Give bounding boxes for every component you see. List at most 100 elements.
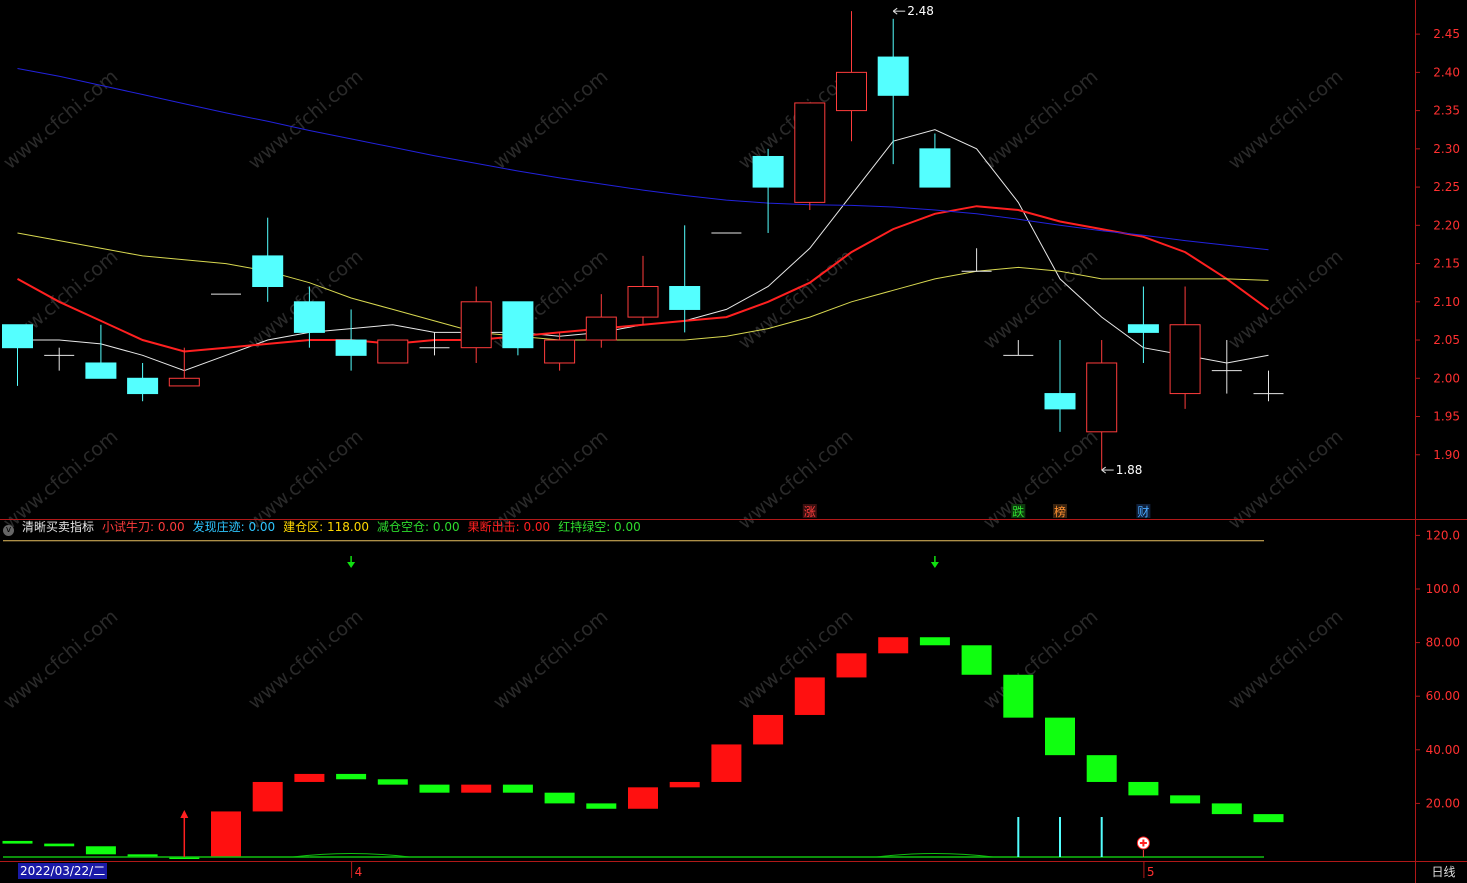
badge-label: 榜: [1054, 504, 1066, 519]
indicator-value-0: 小试牛刀: 0.00: [102, 520, 185, 534]
candle: [2, 324, 33, 386]
candle-body: [502, 301, 534, 349]
price-tick-label: 2.15: [1433, 257, 1460, 271]
candle-body: [377, 339, 409, 364]
candle-body: [2, 324, 33, 349]
indicator-value-1: 发现庄迹: 0.00: [192, 520, 276, 534]
indicator-bar: [836, 653, 867, 678]
period-label[interactable]: 日线: [1420, 863, 1467, 882]
candle-body: [1169, 324, 1201, 395]
indicator-bar: [1211, 803, 1242, 815]
watermark-text: www.cfchi.com: [1224, 425, 1347, 533]
indicator-bar: [2, 840, 33, 844]
candle: [1044, 340, 1076, 432]
candle: [961, 248, 992, 272]
moving-average-lines: [17, 68, 1270, 372]
candle-body: [919, 148, 951, 188]
indicator-bars: [2, 637, 1284, 859]
candle-body: [1086, 362, 1118, 433]
indicator-bar: [1253, 814, 1284, 823]
candle-body: [669, 286, 701, 310]
candle-body: [168, 377, 200, 387]
annotation-label: 1.88: [1116, 463, 1143, 477]
stock-chart[interactable]: www.cfchi.com www.cfchi.com www.cfchi.com w…: [0, 0, 1467, 883]
candle-body: [1044, 393, 1076, 410]
indicator-bar: [753, 714, 784, 745]
candle: [919, 133, 951, 188]
candle-body: [585, 316, 617, 341]
price-tick-label: 2.00: [1433, 371, 1460, 385]
watermark-text: www.cfchi.com: [0, 65, 122, 173]
watermark-text: www.cfchi.com: [1224, 245, 1347, 353]
indicator-bar: [794, 677, 825, 715]
price-tick-label: 2.05: [1433, 333, 1460, 347]
indicator-tick-label: 80.00: [1426, 636, 1460, 650]
candle-body: [1127, 324, 1159, 333]
candle: [335, 309, 367, 371]
chevron-down-icon[interactable]: v: [3, 525, 14, 536]
badge-label: 跌: [1012, 504, 1024, 519]
indicator-value-5: 红持绿空: 0.00: [558, 520, 641, 534]
event-badges: 涨跌榜财: [802, 504, 1151, 519]
price-tick-label: 1.90: [1433, 448, 1460, 462]
candle-body: [627, 286, 659, 318]
price-tick-label: 2.25: [1433, 180, 1460, 194]
candle: [627, 255, 659, 325]
watermark-text: www.cfchi.com: [734, 425, 857, 533]
indicator-value-3: 减仓空仓: 0.00: [377, 520, 460, 534]
candle: [669, 225, 701, 333]
indicator-bar: [377, 779, 408, 785]
watermark-text: www.cfchi.com: [979, 425, 1102, 533]
candle-body: [335, 339, 367, 356]
candle-body: [252, 255, 284, 288]
watermark-text: www.cfchi.com: [979, 65, 1102, 173]
indicator-bar: [628, 787, 658, 809]
indicator-bar: [961, 645, 992, 675]
indicator-bar: [1045, 717, 1075, 756]
indicator-tick-label: 40.00: [1426, 743, 1460, 757]
price-tick-label: 2.35: [1433, 104, 1460, 118]
watermark-text: www.cfchi.com: [1224, 605, 1347, 713]
indicator-bar: [878, 637, 909, 654]
candle-body: [293, 301, 325, 333]
indicator-bar: [711, 744, 742, 782]
candle-body: [752, 155, 784, 188]
candle: [877, 18, 909, 165]
annotation-label: 2.48: [907, 4, 934, 18]
indicator-name[interactable]: 清晰买卖指标: [22, 520, 94, 534]
candle: [460, 286, 492, 363]
date-tick-label: 5: [1147, 865, 1155, 879]
indicator-bar: [669, 781, 700, 788]
down-arrow-head: [930, 562, 939, 568]
indicator-tick-label: 60.00: [1426, 689, 1460, 703]
candle-body: [544, 339, 576, 364]
badge-label: 财: [1137, 505, 1149, 519]
indicator-bar: [1170, 795, 1201, 804]
candle: [1169, 286, 1201, 409]
date-tick-label: 4: [355, 865, 363, 879]
moving-average-0: [17, 129, 1269, 372]
watermark-text: www.cfchi.com: [0, 605, 122, 713]
indicator-bar: [461, 784, 492, 793]
candle-body: [460, 301, 492, 349]
price-tick-label: 2.30: [1433, 142, 1460, 156]
indicator-axis-ticks: 120.0 100.0 80.00 60.00 40.00 20.00: [1415, 528, 1460, 810]
price-tick-label: 2.10: [1433, 295, 1460, 309]
watermark-text: www.cfchi.com: [244, 425, 367, 533]
watermark-text: www.cfchi.com: [489, 65, 612, 173]
indicator-bar: [1003, 674, 1034, 718]
indicator-bar: [586, 803, 617, 809]
indicator-bar: [252, 781, 283, 812]
indicator-tick-label: 100.0: [1426, 582, 1460, 596]
indicator-legend: v 清晰买卖指标 小试牛刀: 0.00 发现庄迹: 0.00 建仓区: 118.00 减仓…: [0, 519, 657, 536]
price-tick-label: 2.45: [1433, 27, 1460, 41]
candle: [794, 102, 826, 211]
indicator-bar: [1128, 781, 1159, 796]
indicator-markers: [3, 556, 1264, 858]
candle-body: [836, 71, 867, 112]
candle: [127, 362, 159, 402]
up-arrow-head: [180, 810, 189, 818]
candle-body: [877, 56, 909, 96]
candle: [836, 11, 867, 142]
indicator-bar: [44, 843, 75, 847]
